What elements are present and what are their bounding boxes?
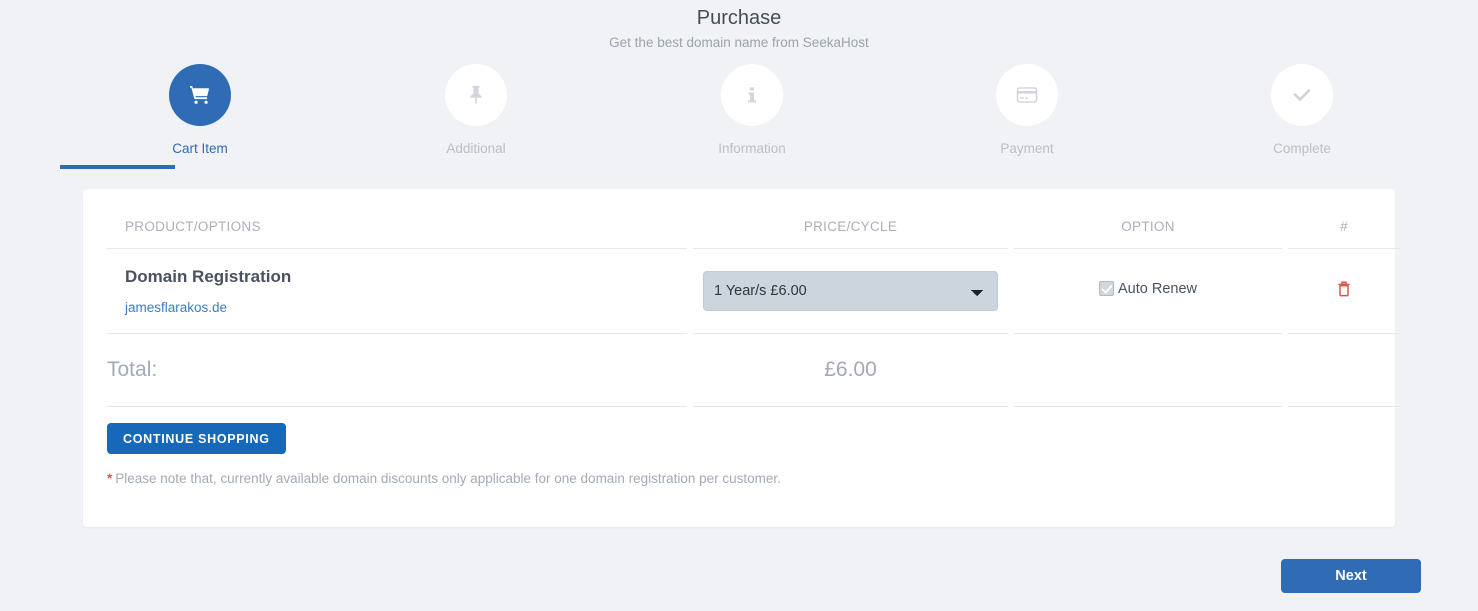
stepper-connector-line bbox=[60, 165, 175, 169]
page-title: Purchase bbox=[696, 7, 782, 29]
cart-total-row: Total: £6.00 bbox=[107, 334, 1400, 407]
check-icon bbox=[1290, 83, 1314, 107]
info-icon bbox=[741, 84, 763, 106]
step-information[interactable]: Information bbox=[672, 64, 832, 158]
auto-renew-label: Auto Renew bbox=[1118, 280, 1197, 297]
push-pin-icon bbox=[465, 84, 487, 106]
cart-item-remove-cell bbox=[1288, 249, 1400, 334]
column-header-option: OPTION bbox=[1014, 189, 1282, 249]
cart-item-cycle-cell: 1 Year/s £6.00 bbox=[693, 249, 1008, 334]
shopping-cart-icon bbox=[188, 83, 212, 107]
cart-table-header-row: PRODUCT/OPTIONS PRICE/CYCLE OPTION # bbox=[107, 189, 1400, 249]
step-information-label: Information bbox=[718, 141, 786, 156]
note-asterisk: * bbox=[107, 471, 113, 486]
checkout-stepper: Cart Item Additional Information Payment… bbox=[0, 64, 1478, 174]
step-cart-item-circle bbox=[169, 64, 231, 126]
step-information-circle bbox=[721, 64, 783, 126]
step-payment-label: Payment bbox=[1000, 141, 1054, 156]
discount-note: * Please note that, currently available d… bbox=[107, 469, 781, 489]
billing-cycle-select[interactable]: 1 Year/s £6.00 bbox=[703, 271, 998, 311]
page-subtitle: Get the best domain name from SeekaHost bbox=[609, 35, 869, 50]
step-complete-circle bbox=[1271, 64, 1333, 126]
auto-renew-option[interactable]: Auto Renew bbox=[1099, 281, 1197, 297]
step-additional[interactable]: Additional bbox=[396, 64, 556, 158]
cart-item-domain-link[interactable]: jamesflarakos.de bbox=[125, 299, 227, 317]
column-header-product: PRODUCT/OPTIONS bbox=[107, 189, 687, 249]
step-cart-item[interactable]: Cart Item bbox=[120, 64, 280, 158]
auto-renew-checkbox[interactable] bbox=[1099, 281, 1114, 297]
column-header-price-cycle: PRICE/CYCLE bbox=[693, 189, 1008, 249]
trash-icon bbox=[1336, 280, 1352, 301]
cart-card: PRODUCT/OPTIONS PRICE/CYCLE OPTION # Dom… bbox=[83, 189, 1400, 527]
step-payment[interactable]: Payment bbox=[947, 64, 1107, 158]
cart-total-label: Total: bbox=[107, 334, 687, 407]
cart-total-spacer-hash bbox=[1288, 334, 1400, 407]
column-header-hash: # bbox=[1288, 189, 1400, 249]
step-complete-label: Complete bbox=[1273, 141, 1331, 156]
cart-total-value: £6.00 bbox=[693, 334, 1008, 407]
credit-card-icon bbox=[1015, 83, 1039, 107]
cart-item-product-name: Domain Registration bbox=[125, 267, 292, 286]
step-complete[interactable]: Complete bbox=[1222, 64, 1382, 158]
step-payment-circle bbox=[996, 64, 1058, 126]
page-header: Purchase Get the best domain name from S… bbox=[0, 0, 1478, 52]
continue-shopping-button[interactable]: CONTINUE SHOPPING bbox=[107, 423, 286, 454]
cart-table: PRODUCT/OPTIONS PRICE/CYCLE OPTION # Dom… bbox=[101, 189, 1406, 407]
step-additional-label: Additional bbox=[446, 141, 506, 156]
cart-total-spacer-option bbox=[1014, 334, 1282, 407]
cart-item-product-cell: Domain Registration jamesflarakos.de bbox=[107, 249, 687, 334]
step-cart-item-label: Cart Item bbox=[172, 141, 228, 156]
step-additional-circle bbox=[445, 64, 507, 126]
next-button[interactable]: Next bbox=[1281, 559, 1421, 593]
note-text: Please note that, currently available do… bbox=[115, 471, 781, 486]
table-row: Domain Registration jamesflarakos.de 1 Y… bbox=[107, 249, 1400, 334]
remove-item-button[interactable] bbox=[1336, 280, 1352, 298]
cart-item-option-cell: Auto Renew bbox=[1014, 249, 1282, 334]
